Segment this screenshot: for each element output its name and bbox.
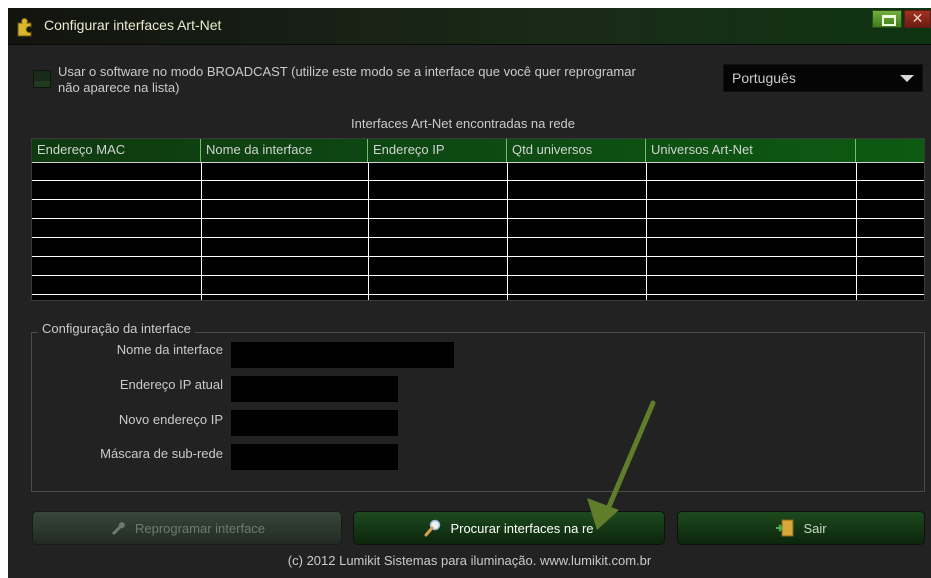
search-interfaces-label: Procurar interfaces na re [450,520,594,536]
broadcast-label-line2: não aparece na lista) [58,80,180,95]
subnet-mask-label: Máscara de sub-rede [100,446,223,461]
exit-door-icon [776,519,794,537]
interfaces-table[interactable]: Endereço MAC Nome da interface Endereço … [31,138,925,301]
puzzle-icon [17,17,32,37]
column-divider [507,162,508,300]
reprogram-interface-label: Reprogramar interface [134,520,266,536]
new-ip-label-wrap: Novo endereço IP [48,412,223,432]
close-icon: ✕ [911,11,924,27]
table-row[interactable] [32,200,924,219]
column-header-name[interactable]: Nome da interface [201,139,368,162]
new-ip-input[interactable] [231,410,398,436]
language-select[interactable]: Português [723,64,923,92]
close-button[interactable]: ✕ [904,10,931,28]
search-interfaces-button[interactable]: Procurar interfaces na re [353,511,665,545]
new-ip-label: Novo endereço IP [118,412,223,427]
column-divider [201,162,202,300]
wrench-icon [111,522,125,535]
column-header-mac[interactable]: Endereço MAC [32,139,201,162]
current-ip-label: Endereço IP atual [119,377,223,392]
table-row[interactable] [32,162,924,181]
magnifier-icon [424,519,441,537]
column-header-ip[interactable]: Endereço IP [368,139,507,162]
column-divider [646,162,647,300]
interface-name-label: Nome da interface [116,342,223,357]
column-divider [368,162,369,300]
column-header-extra[interactable] [856,139,924,162]
app-window: Configurar interfaces Art-Net ✕ Usar o s… [8,8,931,578]
subnet-mask-label-wrap: Máscara de sub-rede [48,446,223,466]
interface-name-input[interactable] [231,342,454,368]
table-header: Endereço MAC Nome da interface Endereço … [32,139,924,163]
copyright-footer: (c) 2012 Lumikit Sistemas para iluminaçã… [287,553,652,568]
reprogram-interface-button[interactable]: Reprogramar interface [32,511,342,545]
chevron-down-icon [900,75,914,82]
interfaces-table-caption: Interfaces Art-Net encontradas na rede [351,116,576,131]
current-ip-input[interactable] [231,376,398,402]
interface-name-label-wrap: Nome da interface [48,342,223,362]
column-divider [856,162,857,300]
window-title: Configurar interfaces Art-Net [44,17,222,33]
table-row[interactable] [32,276,924,295]
current-ip-label-wrap: Endereço IP atual [48,377,223,397]
exit-button[interactable]: Sair [677,511,925,545]
language-selected-value: Português [732,70,796,86]
exit-label: Sair [803,520,827,536]
maximize-button[interactable] [872,10,902,28]
table-row[interactable] [32,257,924,276]
column-header-universe-count[interactable]: Qtd universos [507,139,646,162]
interface-config-title: Configuração da interface [38,321,195,336]
title-bar[interactable]: Configurar interfaces Art-Net ✕ [8,8,931,45]
column-header-universes[interactable]: Universos Art-Net [646,139,856,162]
table-row[interactable] [32,238,924,257]
broadcast-checkbox[interactable] [33,70,51,88]
table-row[interactable] [32,181,924,200]
table-row[interactable] [32,219,924,238]
subnet-mask-input[interactable] [231,444,398,470]
broadcast-label-line1: Usar o software no modo BROADCAST (utili… [58,64,636,79]
